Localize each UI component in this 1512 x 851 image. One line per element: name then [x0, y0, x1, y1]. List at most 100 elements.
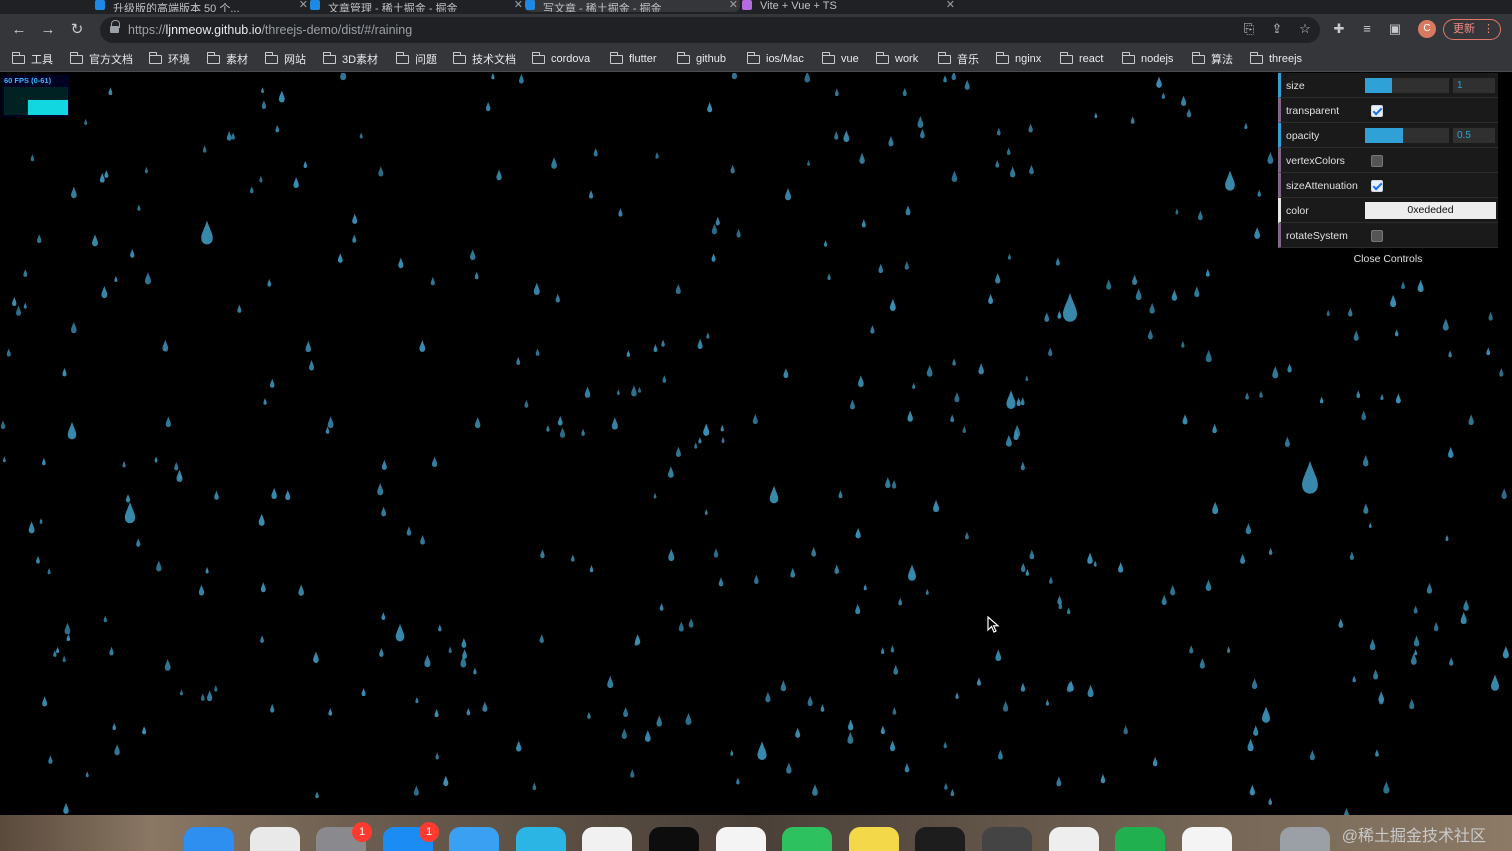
- share-icon[interactable]: ⇪: [1268, 21, 1286, 37]
- bookmark-folder[interactable]: nginx: [996, 51, 1041, 67]
- dock-system-preferences-icon[interactable]: 1: [316, 822, 372, 851]
- back-button[interactable]: ←: [9, 20, 29, 40]
- vertexcolors-checkbox[interactable]: [1371, 155, 1383, 167]
- raindrop: [1245, 392, 1249, 400]
- tab-close-icon[interactable]: ✕: [299, 0, 308, 11]
- dock-vscode-icon[interactable]: [1049, 827, 1099, 851]
- transparent-checkbox[interactable]: [1371, 105, 1383, 117]
- bookmark-folder[interactable]: 算法: [1192, 51, 1233, 67]
- bookmark-folder[interactable]: 工具: [12, 51, 53, 67]
- rotatesystem-checkbox[interactable]: [1371, 230, 1383, 242]
- raindrop: [1433, 621, 1439, 632]
- size-input[interactable]: 1: [1453, 78, 1495, 93]
- size-slider[interactable]: [1365, 78, 1449, 93]
- opacity-input[interactable]: 0.5: [1453, 128, 1495, 143]
- reload-button[interactable]: ↻: [67, 20, 87, 40]
- lock-icon[interactable]: [110, 20, 120, 34]
- dock-safari-icon[interactable]: [449, 827, 499, 851]
- dock-trash-icon[interactable]: [1280, 827, 1330, 851]
- raindrop: [675, 283, 681, 295]
- raindrop: [62, 367, 67, 377]
- dock-qq-icon[interactable]: [716, 827, 766, 851]
- dock-blender-icon[interactable]: [982, 827, 1032, 851]
- bookmark-folder[interactable]: flutter: [610, 51, 657, 67]
- folder-icon: [207, 51, 220, 64]
- update-button[interactable]: 更新 ⋮: [1443, 19, 1501, 40]
- bookmark-label: 问题: [415, 54, 437, 66]
- dock-terminal-icon[interactable]: [915, 827, 965, 851]
- bookmark-label: nginx: [1015, 53, 1042, 65]
- vertexcolors-label: vertexColors: [1286, 155, 1345, 167]
- dock-launchpad-icon[interactable]: [250, 827, 300, 851]
- bookmark-folder[interactable]: 网站: [265, 51, 306, 67]
- dock-edge-icon[interactable]: [516, 827, 566, 851]
- dock-wechat-icon[interactable]: [782, 827, 832, 851]
- dock-github-desktop-icon[interactable]: [649, 827, 699, 851]
- raindrop: [214, 684, 218, 692]
- profile-avatar[interactable]: C: [1418, 20, 1436, 38]
- bookmark-folder[interactable]: work: [876, 51, 918, 67]
- update-label: 更新: [1453, 23, 1475, 35]
- sizeattenuation-checkbox[interactable]: [1371, 180, 1383, 192]
- raindrop: [63, 802, 69, 814]
- bookmark-folder[interactable]: 音乐: [938, 51, 979, 67]
- bookmark-folder[interactable]: ios/Mac: [747, 51, 804, 67]
- bookmark-folder[interactable]: 3D素材: [323, 51, 378, 67]
- bookmark-folder[interactable]: 官方文档: [70, 51, 133, 67]
- raindrop: [1267, 151, 1274, 164]
- url-text[interactable]: https://ljnmeow.github.io/threejs-demo/d…: [128, 23, 412, 37]
- raindrop: [783, 367, 789, 379]
- raindrop: [1488, 311, 1493, 321]
- dock-app-store-icon[interactable]: 1: [383, 822, 439, 851]
- bookmark-star-icon[interactable]: ☆: [1296, 21, 1314, 37]
- raindrop: [474, 416, 481, 429]
- raindrop: [270, 703, 275, 713]
- bookmark-folder[interactable]: 问题: [396, 51, 437, 67]
- side-panel-icon[interactable]: ▣: [1386, 20, 1404, 38]
- bookmark-folder[interactable]: 技术文档: [453, 51, 516, 67]
- tab-close-icon[interactable]: ✕: [729, 0, 738, 11]
- tab-close-icon[interactable]: ✕: [946, 0, 955, 11]
- menu-icon[interactable]: ⋮: [1483, 20, 1494, 38]
- bookmark-folder[interactable]: react: [1060, 51, 1103, 67]
- bookmark-folder[interactable]: cordova: [532, 51, 590, 67]
- close-controls-button[interactable]: Close Controls: [1278, 248, 1498, 270]
- raindrop: [305, 340, 312, 353]
- bookmark-folder[interactable]: nodejs: [1122, 51, 1173, 67]
- forward-button[interactable]: →: [38, 20, 58, 40]
- fps-stats-panel[interactable]: 60 FPS (0-61): [2, 75, 70, 117]
- dock-finder-icon[interactable]: [184, 827, 234, 851]
- color-input[interactable]: 0xededed: [1365, 202, 1496, 219]
- bookmark-folder[interactable]: vue: [822, 51, 859, 67]
- bookmark-folder[interactable]: threejs: [1250, 51, 1302, 67]
- dock-maps-icon[interactable]: [849, 827, 899, 851]
- opacity-slider[interactable]: [1365, 128, 1449, 143]
- tab-3[interactable]: 写文章 - 稀土掘金 - 掘金 ✕: [525, 0, 740, 12]
- tab-2[interactable]: 文章管理 - 稀土掘金 - 掘金 ✕: [310, 0, 525, 12]
- bookmark-folder[interactable]: github: [677, 51, 726, 67]
- raindrop: [1245, 523, 1252, 535]
- bookmark-folder[interactable]: 环境: [149, 51, 190, 67]
- tab-4[interactable]: Vite + Vue + TS ✕: [742, 0, 957, 12]
- raindrop: [1106, 279, 1112, 290]
- raindrop: [413, 785, 419, 796]
- dock-wechat-devtools-icon[interactable]: [1182, 827, 1232, 851]
- webgl-viewport[interactable]: 60 FPS (0-61) size 1 transparent opacity…: [0, 73, 1512, 815]
- size-label: size: [1286, 80, 1305, 92]
- tab-1[interactable]: 升级版的高端版本 50 个... ✕: [95, 0, 310, 12]
- raindrop: [114, 275, 118, 282]
- address-bar[interactable]: https://ljnmeow.github.io/threejs-demo/d…: [100, 17, 1320, 43]
- bookmark-folder[interactable]: 素材: [207, 51, 248, 67]
- controls-panel: size 1 transparent opacity 0.5 vertexCol…: [1278, 73, 1498, 270]
- raindrop: [943, 741, 947, 749]
- dock-hbuilder-icon[interactable]: [1115, 827, 1165, 851]
- reading-list-icon[interactable]: ≡: [1358, 20, 1376, 38]
- extensions-icon[interactable]: ✚: [1330, 20, 1348, 38]
- dock-chrome-icon[interactable]: [582, 827, 632, 851]
- raindrop: [944, 782, 948, 790]
- raindrop: [656, 715, 662, 727]
- raindrop: [144, 271, 151, 285]
- tab-close-icon[interactable]: ✕: [514, 0, 523, 11]
- translate-icon[interactable]: ⎘: [1240, 21, 1258, 37]
- raindrop: [559, 427, 566, 438]
